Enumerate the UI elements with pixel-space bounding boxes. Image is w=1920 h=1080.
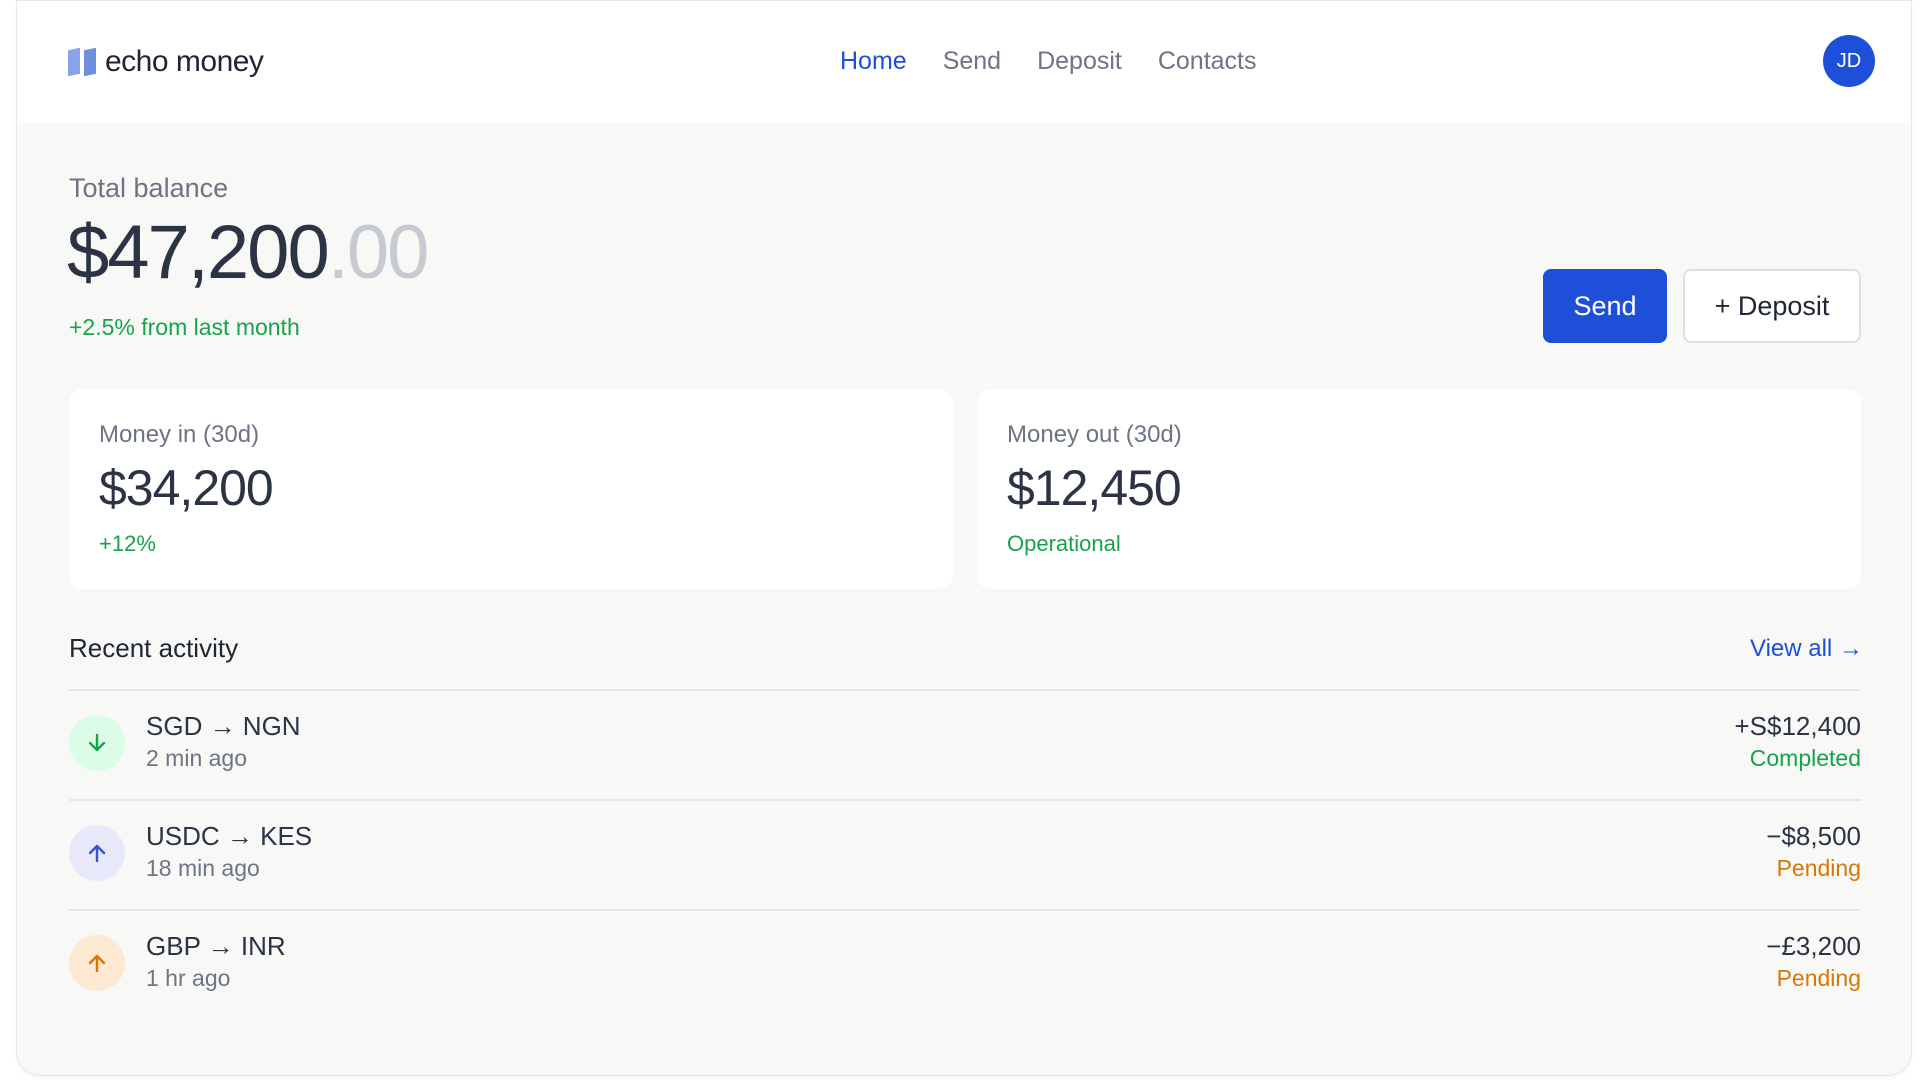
- view-all-link[interactable]: View all →: [1750, 635, 1863, 663]
- activity-time: 18 min ago: [146, 855, 260, 881]
- money-out-card: Money out (30d) $12,450 Operational: [977, 389, 1861, 589]
- money-in-value: $34,200: [99, 460, 274, 516]
- balance-cents: .00: [327, 210, 430, 295]
- nav-deposit[interactable]: Deposit: [1037, 47, 1122, 76]
- activity-amount: +S$12,400: [1734, 711, 1861, 741]
- currency-pair: USDC → KES: [146, 821, 313, 851]
- nav-send[interactable]: Send: [943, 47, 1001, 76]
- echo-logo-icon: [68, 47, 96, 77]
- recent-activity-title: Recent activity: [69, 633, 239, 663]
- activity-row[interactable]: SGD → NGN 2 min ago +S$12,400 Completed: [69, 689, 1861, 799]
- user-avatar[interactable]: JD: [1823, 35, 1875, 87]
- money-out-label: Money out (30d): [1007, 421, 1182, 448]
- activity-time: 1 hr ago: [146, 965, 231, 991]
- money-in-card: Money in (30d) $34,200 +12%: [69, 389, 953, 589]
- main-nav: Home Send Deposit Contacts: [840, 47, 1257, 76]
- money-out-status: Operational: [1007, 531, 1121, 556]
- send-button[interactable]: Send: [1543, 269, 1667, 343]
- arrow-down-icon: [69, 715, 125, 771]
- brand-name: echo money: [105, 45, 264, 78]
- money-in-label: Money in (30d): [99, 421, 260, 448]
- activity-time: 2 min ago: [146, 745, 248, 771]
- currency-pair: GBP → INR: [146, 931, 286, 961]
- money-in-change: +12%: [99, 531, 156, 556]
- arrow-up-icon: [69, 825, 125, 881]
- top-navigation-bar: echo money Home Send Deposit Contacts JD: [17, 1, 1911, 123]
- deposit-button[interactable]: + Deposit: [1683, 269, 1861, 343]
- total-balance-amount: $47,200.00: [67, 209, 430, 296]
- activity-amount: −$8,500: [1766, 821, 1861, 851]
- status-badge: Completed: [1749, 745, 1861, 771]
- status-badge: Pending: [1776, 855, 1861, 881]
- total-balance-label: Total balance: [69, 173, 229, 203]
- currency-pair: SGD → NGN: [146, 711, 301, 741]
- brand[interactable]: echo money: [68, 45, 264, 79]
- balance-change: +2.5% from last month: [69, 314, 300, 340]
- activity-amount: −£3,200: [1766, 931, 1861, 961]
- arrow-up-icon: [69, 935, 125, 991]
- nav-home[interactable]: Home: [840, 47, 907, 76]
- app-window: echo money Home Send Deposit Contacts JD…: [16, 0, 1912, 1076]
- balance-whole: $47,200: [67, 210, 330, 295]
- activity-row[interactable]: USDC → KES 18 min ago −$8,500 Pending: [69, 799, 1861, 909]
- nav-contacts[interactable]: Contacts: [1158, 47, 1257, 76]
- status-badge: Pending: [1776, 965, 1861, 991]
- money-out-value: $12,450: [1007, 460, 1182, 516]
- activity-row[interactable]: GBP → INR 1 hr ago −£3,200 Pending: [69, 909, 1861, 1019]
